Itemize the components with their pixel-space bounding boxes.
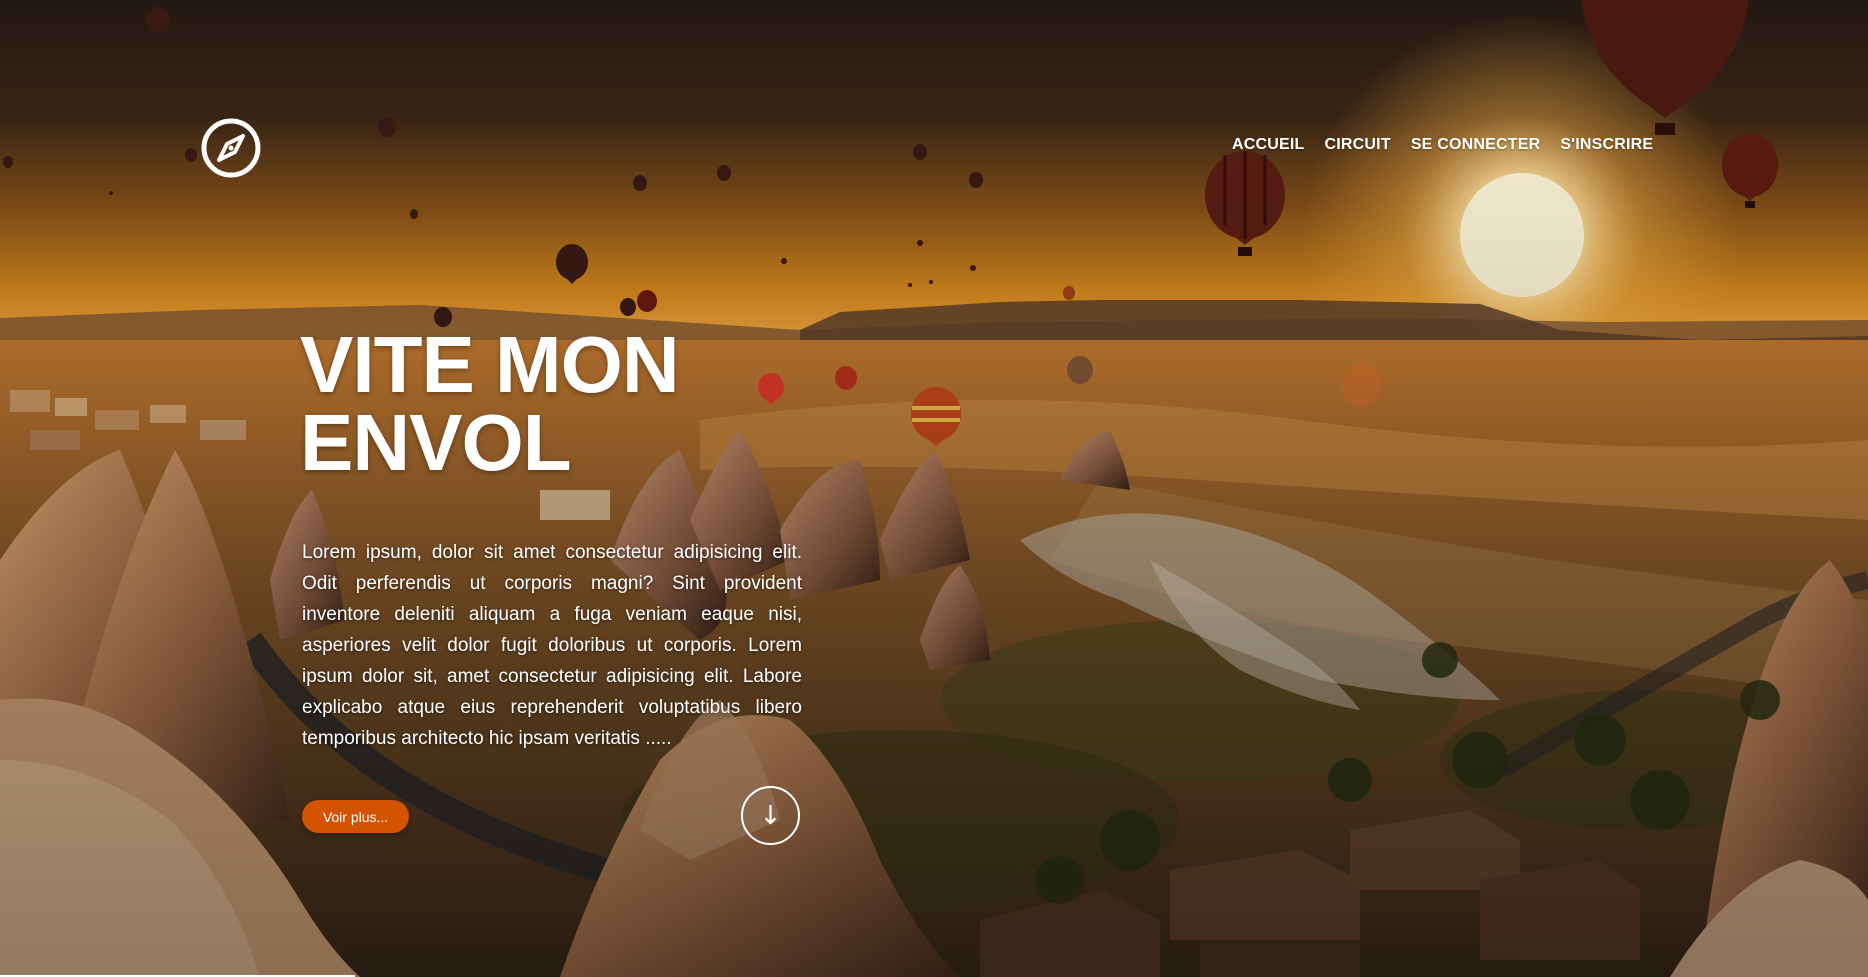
scroll-down-button[interactable]: ↓ xyxy=(741,786,800,845)
nav-item-accueil[interactable]: ACCUEIL xyxy=(1232,136,1305,154)
main-nav: ACCUEIL CIRCUIT SE CONNECTER S'INSCRIRE xyxy=(1232,136,1653,154)
hero-title-line-1: VITE MON xyxy=(300,320,680,409)
arrow-down-icon: ↓ xyxy=(759,800,782,831)
hero-title-line-2: ENVOL xyxy=(300,398,572,487)
hero-title: VITE MON ENVOL xyxy=(300,320,820,487)
logo-compass-icon[interactable] xyxy=(200,117,262,179)
hero-description: Lorem ipsum, dolor sit amet consectetur … xyxy=(302,542,802,749)
compass-icon xyxy=(201,118,261,178)
nav-item-s-inscrire[interactable]: S'INSCRIRE xyxy=(1560,136,1653,154)
nav-item-circuit[interactable]: CIRCUIT xyxy=(1325,136,1391,154)
voir-plus-button[interactable]: Voir plus... xyxy=(302,800,409,833)
nav-item-se-connecter[interactable]: SE CONNECTER xyxy=(1411,136,1541,154)
hero-section: ACCUEIL CIRCUIT SE CONNECTER S'INSCRIRE … xyxy=(0,0,1868,977)
